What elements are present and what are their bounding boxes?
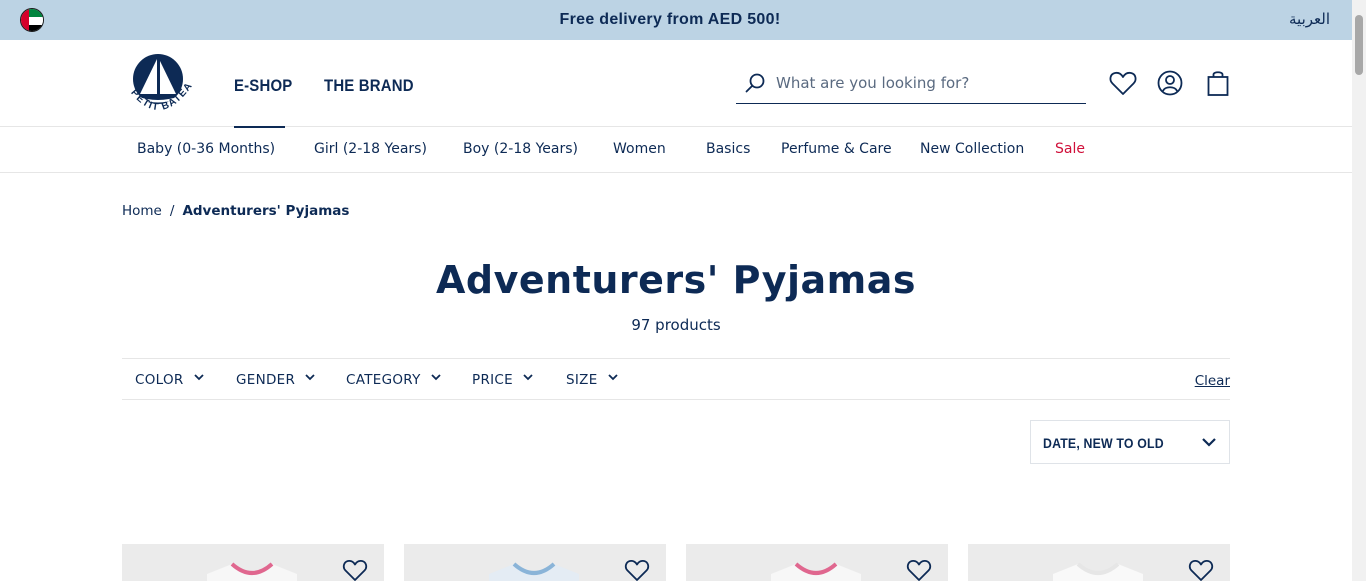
nav-eshop-link[interactable]: E-SHOP — [234, 76, 292, 96]
category-perfume-care[interactable]: Perfume & Care — [781, 141, 892, 157]
filter-price[interactable]: PRICE — [472, 372, 533, 388]
search-input[interactable] — [776, 70, 1076, 96]
filter-bar: COLOR GENDER CATEGORY PRICE SIZE Clear — [122, 358, 1230, 400]
filter-color[interactable]: COLOR — [135, 372, 204, 388]
filter-label: PRICE — [472, 372, 513, 388]
nav-brand-link[interactable]: THE BRAND — [324, 76, 414, 96]
search-bar — [736, 62, 1086, 104]
chevron-down-icon — [1202, 438, 1216, 447]
filter-label: CATEGORY — [346, 372, 421, 388]
heart-icon[interactable] — [1108, 68, 1138, 98]
promo-banner: Free delivery from AED 500! العربية — [0, 0, 1352, 40]
sort-dropdown[interactable]: DATE, NEW TO OLD — [1030, 420, 1230, 464]
chevron-down-icon — [431, 374, 441, 381]
promo-text: Free delivery from AED 500! — [559, 11, 781, 28]
chevron-down-icon — [193, 374, 204, 381]
product-count: 97 products — [631, 316, 721, 334]
wishlist-heart-icon[interactable] — [1188, 558, 1214, 581]
category-new-collection[interactable]: New Collection — [920, 141, 1024, 157]
site-header: PETIT BATEAU E-SHOP THE BRAND — [0, 40, 1352, 128]
account-icon[interactable] — [1155, 68, 1185, 98]
chevron-down-icon — [523, 374, 533, 381]
clear-filters-link[interactable]: Clear — [1195, 373, 1230, 389]
page-title: Adventurers' Pyjamas — [435, 258, 916, 302]
breadcrumb-home-link[interactable]: Home — [122, 203, 162, 219]
category-nav: Baby (0-36 Months) Girl (2-18 Years) Boy… — [0, 127, 1352, 173]
product-image — [489, 562, 579, 581]
product-card[interactable] — [968, 544, 1230, 581]
sort-selected-value: DATE, NEW TO OLD — [1043, 435, 1164, 451]
breadcrumb: Home / Adventurers' Pyjamas — [122, 203, 349, 219]
product-card[interactable] — [404, 544, 666, 581]
category-boy[interactable]: Boy (2-18 Years) — [463, 141, 578, 157]
search-icon[interactable] — [744, 72, 766, 94]
product-card[interactable] — [122, 544, 384, 581]
filter-label: COLOR — [135, 372, 184, 388]
chevron-down-icon — [305, 374, 315, 381]
breadcrumb-current: Adventurers' Pyjamas — [182, 203, 350, 219]
bag-icon[interactable] — [1203, 68, 1233, 98]
filter-size[interactable]: SIZE — [566, 372, 618, 388]
product-image — [1053, 562, 1143, 581]
category-women[interactable]: Women — [613, 141, 666, 157]
page-scrollbar[interactable] — [1352, 0, 1366, 581]
category-baby[interactable]: Baby (0-36 Months) — [137, 141, 275, 157]
wishlist-heart-icon[interactable] — [342, 558, 368, 581]
chevron-down-icon — [607, 374, 618, 381]
wishlist-heart-icon[interactable] — [624, 558, 650, 581]
filter-label: GENDER — [236, 372, 296, 388]
wishlist-heart-icon[interactable] — [906, 558, 932, 581]
breadcrumb-separator: / — [169, 203, 175, 219]
product-image — [207, 562, 297, 581]
filter-category[interactable]: CATEGORY — [346, 372, 441, 388]
filter-gender[interactable]: GENDER — [236, 372, 315, 388]
language-switch-link[interactable]: العربية — [1289, 10, 1330, 28]
scrollbar-thumb[interactable] — [1355, 15, 1363, 75]
category-basics[interactable]: Basics — [706, 141, 750, 157]
filter-label: SIZE — [566, 372, 598, 388]
category-sale[interactable]: Sale — [1055, 141, 1085, 157]
product-image — [771, 562, 861, 581]
brand-logo[interactable]: PETIT BATEAU — [116, 40, 198, 120]
category-girl[interactable]: Girl (2-18 Years) — [314, 141, 427, 157]
product-card[interactable] — [686, 544, 948, 581]
